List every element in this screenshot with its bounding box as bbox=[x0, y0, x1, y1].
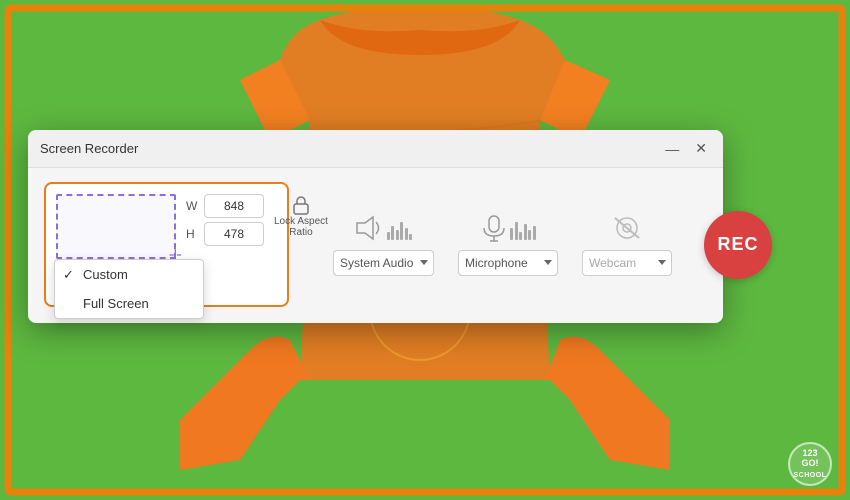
dropdown-menu: Custom Full Screen bbox=[54, 259, 204, 319]
webcam-icon-wrap bbox=[611, 214, 643, 242]
microphone-dropdown[interactable]: Microphone bbox=[458, 250, 558, 276]
system-audio-section: System Audio bbox=[321, 210, 446, 280]
dropdown-item-fullscreen[interactable]: Full Screen bbox=[55, 289, 203, 318]
dialog-content: W H Lock Aspect Ratio bbox=[28, 168, 723, 323]
logo: 123GO!SCHOOL bbox=[788, 442, 832, 486]
lock-label1: Lock Aspect bbox=[274, 216, 328, 227]
height-input[interactable] bbox=[204, 222, 264, 246]
system-audio-icon-wrap bbox=[355, 214, 413, 242]
width-label: W bbox=[186, 199, 200, 213]
height-label: H bbox=[186, 227, 200, 241]
lock-aspect-ratio[interactable]: Lock Aspect Ratio bbox=[274, 194, 328, 238]
dialog-title: Screen Recorder bbox=[40, 141, 138, 156]
minimize-button[interactable]: — bbox=[661, 139, 683, 159]
lock-icon bbox=[292, 194, 310, 216]
av-controls: System Audio bbox=[321, 210, 684, 280]
height-row: H bbox=[186, 222, 264, 246]
webcam-section: Webcam bbox=[570, 210, 684, 280]
width-row: W bbox=[186, 194, 264, 218]
lock-label2: Ratio bbox=[289, 227, 312, 238]
microphone-icon bbox=[480, 214, 508, 242]
rec-button[interactable]: REC bbox=[704, 211, 772, 279]
microphone-section: Microphone bbox=[446, 210, 570, 280]
logo-area: 123GO!SCHOOL bbox=[788, 442, 832, 486]
webcam-dropdown[interactable]: Webcam bbox=[582, 250, 672, 276]
title-bar-controls: — ✕ bbox=[661, 138, 711, 159]
logo-text: 123GO!SCHOOL bbox=[794, 448, 827, 481]
region-top: W H Lock Aspect Ratio bbox=[56, 194, 277, 259]
microphone-icon-wrap bbox=[480, 214, 536, 242]
mic-bars-icon bbox=[510, 216, 536, 240]
audio-bars-icon bbox=[387, 216, 413, 240]
screen-recorder-dialog: Screen Recorder — ✕ W H bbox=[28, 130, 723, 323]
selection-box[interactable] bbox=[56, 194, 176, 259]
speaker-icon bbox=[355, 214, 385, 242]
title-bar: Screen Recorder — ✕ bbox=[28, 130, 723, 168]
width-input[interactable] bbox=[204, 194, 264, 218]
wh-inputs: W H bbox=[186, 194, 264, 246]
webcam-icon bbox=[611, 214, 643, 242]
close-button[interactable]: ✕ bbox=[691, 138, 711, 159]
region-area: W H Lock Aspect Ratio bbox=[44, 182, 289, 307]
system-audio-dropdown[interactable]: System Audio bbox=[333, 250, 434, 276]
dropdown-item-custom[interactable]: Custom bbox=[55, 260, 203, 289]
